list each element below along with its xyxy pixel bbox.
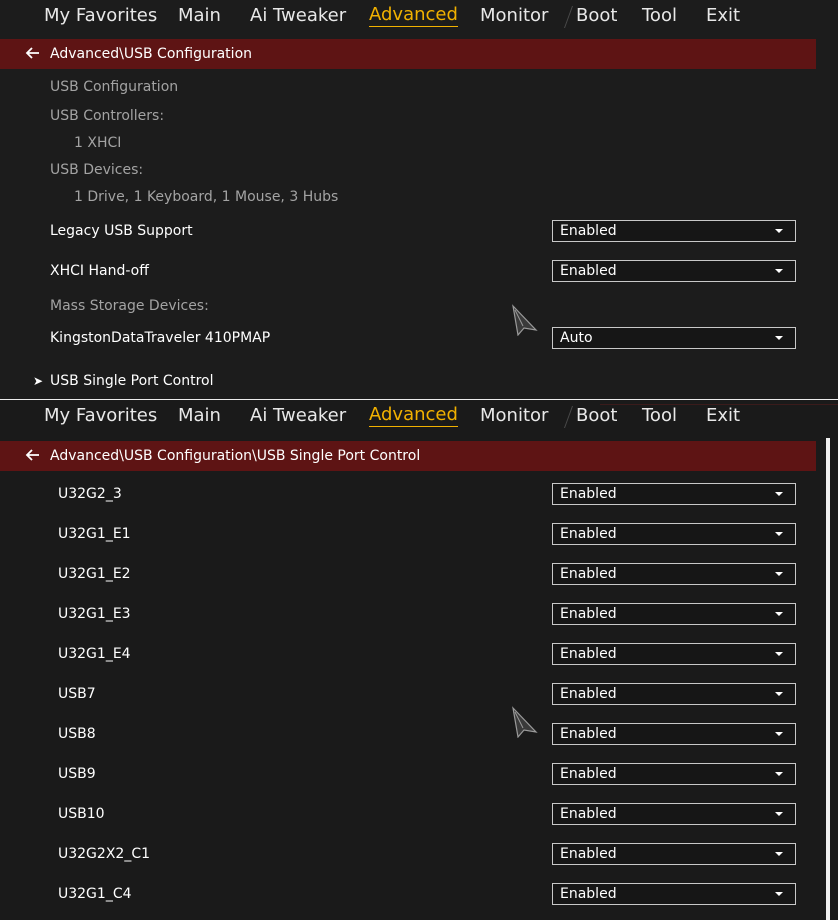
port-dropdown[interactable]: Enabled bbox=[552, 483, 796, 505]
port-dropdown[interactable]: Enabled bbox=[552, 843, 796, 865]
dropdown-value: Enabled bbox=[560, 526, 617, 542]
port-dropdown[interactable]: Enabled bbox=[552, 603, 796, 625]
top-nav: My Favorites Main Ai Tweaker Advanced Mo… bbox=[0, 400, 838, 434]
legacy-usb-support-label: Legacy USB Support bbox=[50, 223, 193, 239]
kingston-drive-label: KingstonDataTraveler 410PMAP bbox=[50, 330, 271, 346]
tab-advanced[interactable]: Advanced bbox=[369, 4, 458, 27]
breadcrumb: Advanced\USB Configuration bbox=[50, 46, 253, 62]
caret-down-icon bbox=[775, 772, 783, 776]
usb-devices-value: 1 Drive, 1 Keyboard, 1 Mouse, 3 Hubs bbox=[74, 189, 339, 205]
tab-tool[interactable]: Tool bbox=[642, 404, 677, 428]
dropdown-value: Enabled bbox=[560, 646, 617, 662]
breadcrumb-bar: Advanced\USB Configuration\USB Single Po… bbox=[0, 441, 816, 471]
port-label: U32G1_E3 bbox=[58, 606, 131, 622]
caret-down-icon bbox=[775, 612, 783, 616]
caret-down-icon bbox=[775, 692, 783, 696]
caret-down-icon bbox=[775, 892, 783, 896]
port-dropdown[interactable]: Enabled bbox=[552, 563, 796, 585]
scrollbar[interactable] bbox=[826, 438, 830, 920]
port-label: USB7 bbox=[58, 686, 96, 702]
tab-main[interactable]: Main bbox=[178, 4, 221, 28]
dropdown-value: Enabled bbox=[560, 886, 617, 902]
dropdown-value: Enabled bbox=[560, 606, 617, 622]
port-dropdown[interactable]: Enabled bbox=[552, 523, 796, 545]
tab-my-favorites[interactable]: My Favorites bbox=[44, 404, 157, 428]
xhci-handoff-dropdown[interactable]: Enabled bbox=[552, 260, 796, 282]
usb-single-port-control-panel: My Favorites Main Ai Tweaker Advanced Mo… bbox=[0, 400, 838, 920]
caret-down-icon bbox=[775, 336, 783, 340]
caret-down-icon bbox=[775, 852, 783, 856]
dropdown-value: Enabled bbox=[560, 806, 617, 822]
port-dropdown[interactable]: Enabled bbox=[552, 723, 796, 745]
usb-configuration-panel: My Favorites Main Ai Tweaker Advanced Mo… bbox=[0, 0, 838, 400]
dropdown-value: Enabled bbox=[560, 486, 617, 502]
dropdown-value: Enabled bbox=[560, 726, 617, 742]
mouse-pointer-icon bbox=[512, 706, 538, 738]
port-label: U32G1_E2 bbox=[58, 566, 131, 582]
tab-advanced[interactable]: Advanced bbox=[369, 404, 458, 427]
port-dropdown[interactable]: Enabled bbox=[552, 803, 796, 825]
kingston-drive-dropdown[interactable]: Auto bbox=[552, 327, 796, 349]
tab-exit[interactable]: Exit bbox=[706, 404, 740, 428]
port-dropdown[interactable]: Enabled bbox=[552, 683, 796, 705]
port-dropdown[interactable]: Enabled bbox=[552, 643, 796, 665]
usb-controllers-value: 1 XHCI bbox=[74, 135, 122, 151]
submenu-arrow-icon: ➤ bbox=[33, 374, 44, 388]
tab-boot[interactable]: Boot bbox=[576, 4, 617, 28]
port-label: U32G2X2_C1 bbox=[58, 846, 150, 862]
port-label: U32G1_E1 bbox=[58, 526, 131, 542]
caret-down-icon bbox=[775, 269, 783, 273]
usb-controllers-label: USB Controllers: bbox=[50, 108, 165, 124]
arrow-left-icon[interactable] bbox=[24, 445, 42, 465]
tab-monitor[interactable]: Monitor bbox=[480, 4, 548, 28]
xhci-handoff-label: XHCI Hand-off bbox=[50, 263, 149, 279]
port-label: U32G2_3 bbox=[58, 486, 122, 502]
mass-storage-devices-label: Mass Storage Devices: bbox=[50, 298, 209, 314]
breadcrumb-bar: Advanced\USB Configuration bbox=[0, 39, 816, 69]
usb-devices-label: USB Devices: bbox=[50, 162, 144, 178]
dropdown-value: Auto bbox=[560, 330, 593, 346]
caret-down-icon bbox=[775, 229, 783, 233]
tab-ai-tweaker[interactable]: Ai Tweaker bbox=[250, 404, 346, 428]
port-dropdown[interactable]: Enabled bbox=[552, 763, 796, 785]
port-label: USB9 bbox=[58, 766, 96, 782]
tab-boot[interactable]: Boot bbox=[576, 404, 617, 428]
caret-down-icon bbox=[775, 572, 783, 576]
mouse-pointer-icon bbox=[512, 304, 538, 336]
legacy-usb-support-dropdown[interactable]: Enabled bbox=[552, 220, 796, 242]
port-label: U32G1_E4 bbox=[58, 646, 131, 662]
top-nav: My Favorites Main Ai Tweaker Advanced Mo… bbox=[0, 0, 838, 34]
tab-exit[interactable]: Exit bbox=[706, 4, 740, 28]
caret-down-icon bbox=[775, 812, 783, 816]
caret-down-icon bbox=[775, 492, 783, 496]
nav-separator bbox=[563, 6, 574, 28]
port-label: USB8 bbox=[58, 726, 96, 742]
dropdown-value: Enabled bbox=[560, 686, 617, 702]
arrow-left-icon[interactable] bbox=[24, 43, 42, 63]
nav-separator bbox=[563, 406, 574, 428]
dropdown-value: Enabled bbox=[560, 566, 617, 582]
usb-configuration-heading: USB Configuration bbox=[50, 79, 179, 95]
tab-main[interactable]: Main bbox=[178, 404, 221, 428]
port-label: U32G1_C4 bbox=[58, 886, 132, 902]
port-dropdown[interactable]: Enabled bbox=[552, 883, 796, 905]
tab-tool[interactable]: Tool bbox=[642, 4, 677, 28]
dropdown-value: Enabled bbox=[560, 846, 617, 862]
dropdown-value: Enabled bbox=[560, 223, 617, 239]
tab-ai-tweaker[interactable]: Ai Tweaker bbox=[250, 4, 346, 28]
caret-down-icon bbox=[775, 652, 783, 656]
port-label: USB10 bbox=[58, 806, 105, 822]
tab-my-favorites[interactable]: My Favorites bbox=[44, 4, 157, 28]
dropdown-value: Enabled bbox=[560, 263, 617, 279]
usb-single-port-control-link[interactable]: USB Single Port Control bbox=[50, 372, 214, 390]
dropdown-value: Enabled bbox=[560, 766, 617, 782]
caret-down-icon bbox=[775, 532, 783, 536]
breadcrumb: Advanced\USB Configuration\USB Single Po… bbox=[50, 448, 421, 464]
nav-decoration bbox=[600, 404, 838, 405]
caret-down-icon bbox=[775, 732, 783, 736]
tab-monitor[interactable]: Monitor bbox=[480, 404, 548, 428]
